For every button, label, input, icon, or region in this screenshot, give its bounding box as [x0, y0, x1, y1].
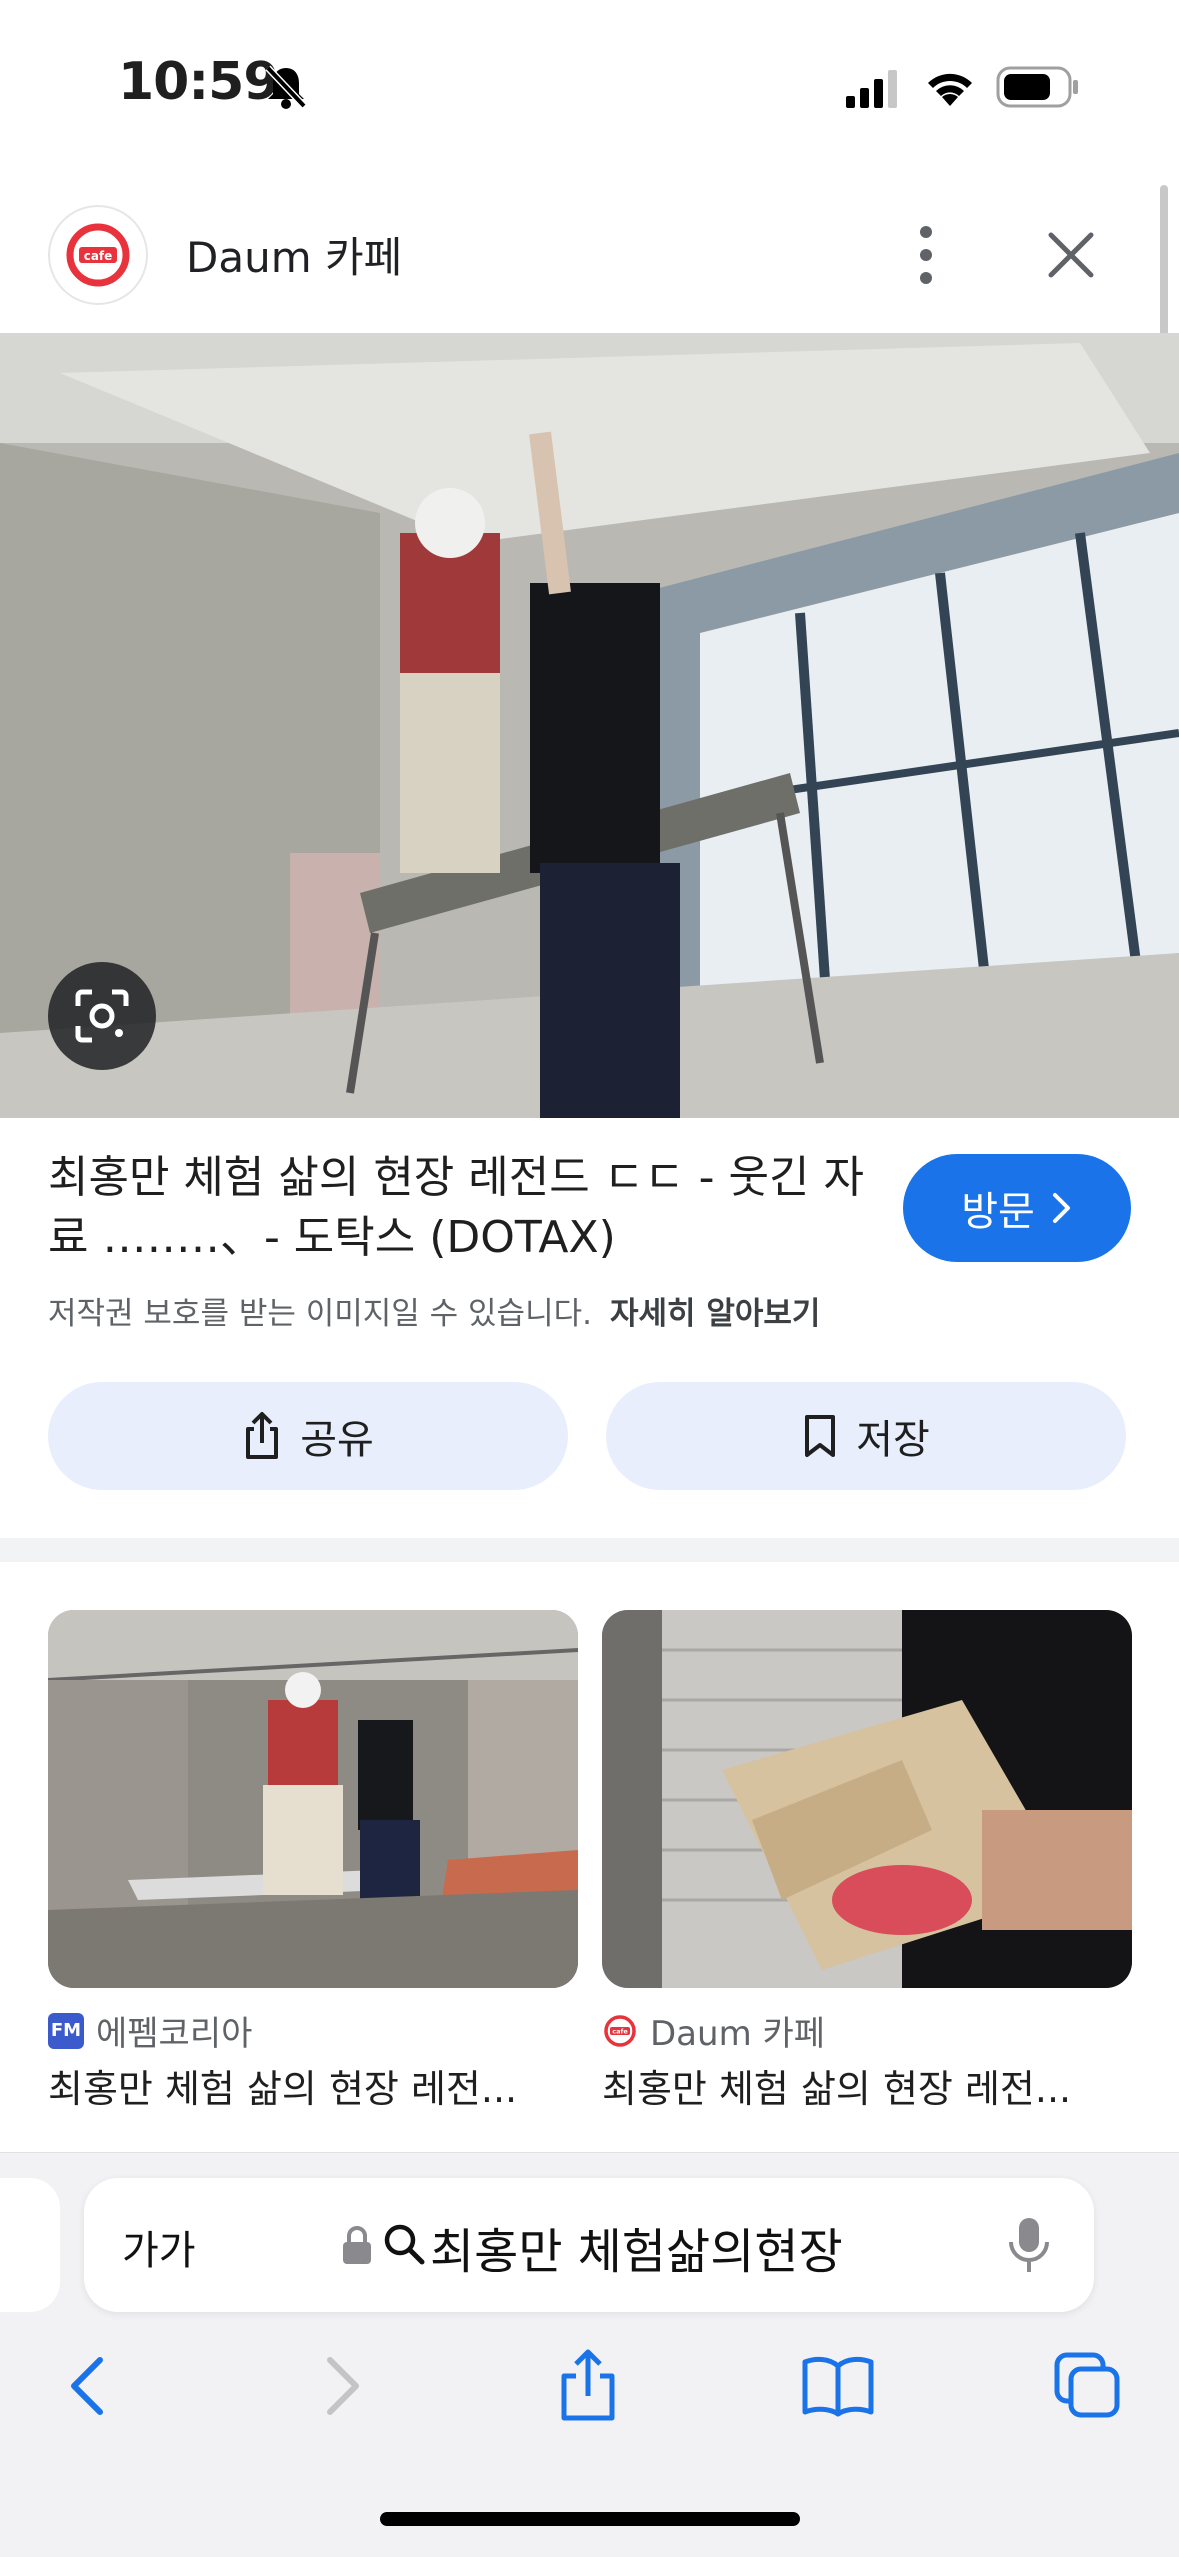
- related-source-1[interactable]: FM 에펨코리아: [48, 2006, 252, 2055]
- chevron-right-icon: [327, 2357, 359, 2415]
- visit-button[interactable]: 방문: [903, 1154, 1131, 1262]
- open-book-icon: [802, 2356, 874, 2417]
- silent-mode-icon: [265, 65, 307, 109]
- lens-search-button[interactable]: [48, 962, 156, 1070]
- visit-label: 방문: [961, 1189, 1035, 1235]
- fmkorea-logo-icon: FM: [48, 2012, 84, 2049]
- section-divider: [0, 1538, 1179, 1562]
- copyright-notice: 저작권 보호를 받는 이미지일 수 있습니다. 자세히 알아보기: [48, 1288, 820, 1333]
- share-label: 공유: [300, 1417, 374, 1463]
- source-logo: cafe: [48, 205, 148, 305]
- copyright-text: 저작권 보호를 받는 이미지일 수 있습니다.: [48, 1296, 592, 1332]
- back-button[interactable]: [48, 2346, 128, 2426]
- share-page-button[interactable]: [548, 2346, 628, 2426]
- share-button[interactable]: 공유: [48, 1382, 568, 1490]
- hero-image[interactable]: [0, 333, 1179, 1118]
- svg-text:cafe: cafe: [84, 249, 113, 263]
- related-photo-1: [48, 1610, 578, 1988]
- result-title[interactable]: 최홍만 체험 삶의 현장 레전드 ㄷㄷ - 웃긴 자료 ‥‥‥‥、- 도탁스 (…: [48, 1148, 868, 1268]
- related-title-1[interactable]: 최홍만 체험 삶의 현장 레전...: [48, 2058, 578, 2113]
- address-text[interactable]: 최홍만 체험삶의현장: [430, 2212, 843, 2282]
- microphone-icon[interactable]: [1004, 2214, 1054, 2276]
- daum-cafe-logo-icon: cafe: [604, 2014, 636, 2047]
- home-indicator[interactable]: [380, 2512, 800, 2526]
- forward-button[interactable]: [302, 2346, 382, 2426]
- previous-tab-peek[interactable]: [0, 2178, 60, 2312]
- tabs-button[interactable]: [1048, 2346, 1128, 2426]
- chevron-right-icon: [1052, 1193, 1070, 1223]
- related-title-2[interactable]: 최홍만 체험 삶의 현장 레전...: [602, 2058, 1132, 2113]
- search-icon: [384, 2224, 425, 2265]
- source-title: Daum 카페: [186, 233, 403, 282]
- more-options-icon[interactable]: [906, 222, 946, 288]
- share-icon: [246, 1412, 279, 1459]
- svg-text:cafe: cafe: [612, 2027, 628, 2035]
- cellular-signal-icon: [846, 70, 897, 108]
- bookmarks-button[interactable]: [798, 2346, 878, 2426]
- related-source-2[interactable]: cafe Daum 카페: [602, 2006, 825, 2055]
- daum-cafe-logo-icon: cafe: [66, 223, 130, 287]
- chevron-left-icon: [71, 2357, 103, 2415]
- related-source-name-1: 에펨코리아: [96, 2014, 253, 2054]
- hero-photo: [0, 333, 1179, 1118]
- related-source-name-2: Daum 카페: [650, 2014, 826, 2054]
- learn-more-link[interactable]: 자세히 알아보기: [610, 1296, 820, 1332]
- page-settings-button[interactable]: 가가: [122, 2218, 196, 2276]
- related-photo-2: [602, 1610, 1132, 1988]
- battery-icon: [996, 66, 1078, 108]
- bookmark-icon: [805, 1415, 836, 1457]
- share-icon: [561, 2349, 615, 2421]
- save-button[interactable]: 저장: [606, 1382, 1126, 1490]
- google-lens-icon: [75, 989, 129, 1043]
- close-icon[interactable]: [1046, 230, 1096, 280]
- wifi-icon: [928, 73, 972, 106]
- save-label: 저장: [856, 1417, 930, 1463]
- related-thumbnail-2[interactable]: [602, 1610, 1132, 1988]
- status-time: 10:59: [118, 52, 280, 112]
- lock-icon: [343, 2226, 371, 2264]
- related-thumbnail-1[interactable]: [48, 1610, 578, 1988]
- tabs-icon: [1054, 2352, 1120, 2418]
